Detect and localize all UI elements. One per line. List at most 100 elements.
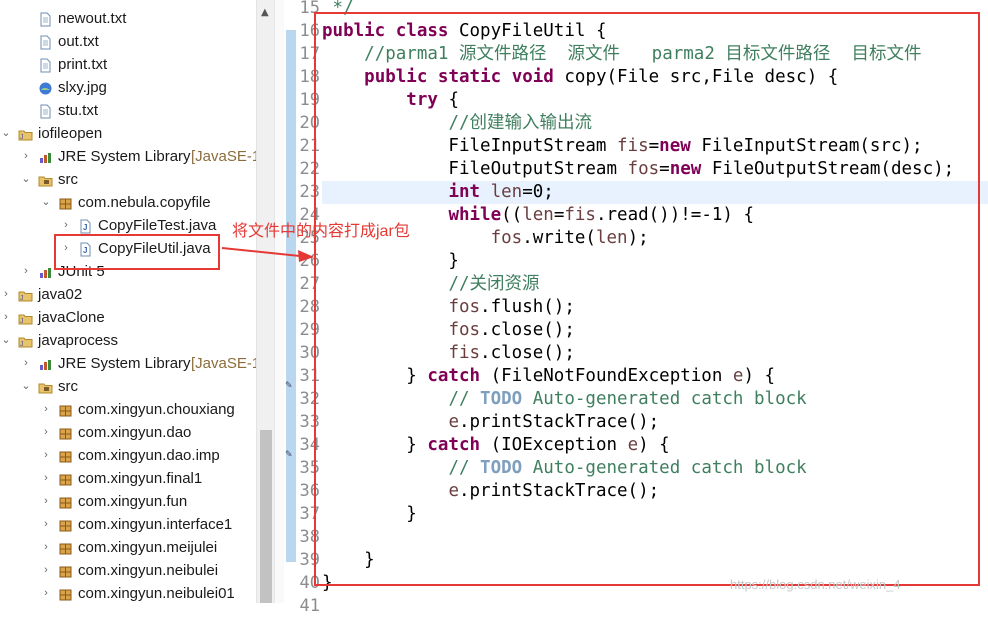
task-marker-icon[interactable]: ✎	[285, 451, 297, 460]
chevron-down-icon[interactable]: ⌄	[0, 122, 12, 145]
tree-item-pkg-fun[interactable]: › com.xingyun.fun	[0, 490, 256, 513]
code-token: }	[322, 504, 417, 524]
code-line[interactable]: // TODO Auto-generated catch block	[322, 457, 806, 480]
tree-item-pkg-neibulei01[interactable]: › com.xingyun.neibulei01	[0, 582, 256, 603]
code-line[interactable]: //创建输入输出流	[322, 112, 592, 135]
line-number: 19	[299, 90, 320, 110]
scroll-up-arrow-icon[interactable]: ▲	[261, 7, 269, 18]
scrollbar-thumb[interactable]	[260, 430, 272, 603]
chevron-right-icon[interactable]: ›	[40, 582, 52, 603]
tree-item-out[interactable]: out.txt	[0, 30, 256, 53]
code-line[interactable]: public class CopyFileUtil {	[322, 20, 607, 43]
tree-item-label: stu.txt	[58, 102, 99, 119]
tree-item-jre-1[interactable]: › JRE System Library [JavaSE-1	[0, 145, 256, 168]
tree-item-print[interactable]: print.txt	[0, 53, 256, 76]
code-token: public	[322, 21, 386, 41]
code-token: FileInputStream	[322, 136, 618, 156]
chevron-right-icon[interactable]: ›	[0, 306, 12, 329]
chevron-right-icon[interactable]: ›	[40, 490, 52, 513]
code-line[interactable]: fis.close();	[322, 342, 574, 365]
code-line[interactable]: }	[322, 549, 375, 572]
tree-item-javaclone[interactable]: › JjavaClone	[0, 306, 256, 329]
line-number: 36	[299, 481, 320, 501]
code-line[interactable]: int len=0;	[322, 181, 988, 204]
explorer-scrollbar[interactable]: ▲	[256, 0, 275, 603]
task-marker-icon[interactable]: ✎	[285, 382, 297, 391]
code-line[interactable]: fos.close();	[322, 319, 574, 342]
chevron-down-icon[interactable]: ⌄	[20, 168, 32, 191]
tree-item-label: com.xingyun.fun	[78, 493, 188, 510]
tree-item-copyfileutil[interactable]: › J CopyFileUtil.java	[0, 237, 256, 260]
line-number: 20	[299, 113, 320, 133]
chevron-right-icon[interactable]: ›	[40, 444, 52, 467]
code-line[interactable]: }	[322, 572, 333, 595]
tree-item-iofileopen[interactable]: ⌄ Jiofileopen	[0, 122, 256, 145]
code-line[interactable]: e.printStackTrace();	[322, 411, 659, 434]
chevron-down-icon[interactable]: ⌄	[20, 375, 32, 398]
chevron-right-icon[interactable]: ›	[40, 467, 52, 490]
tree-item-pkg-neibulei[interactable]: › com.xingyun.neibulei	[0, 559, 256, 582]
tree-item-pkg-meijulei[interactable]: › com.xingyun.meijulei	[0, 536, 256, 559]
code-line[interactable]: e.printStackTrace();	[322, 480, 659, 503]
package-icon	[58, 448, 73, 463]
code-token: new	[669, 159, 702, 179]
chevron-down-icon[interactable]: ⌄	[40, 191, 52, 214]
tree-item-pkg-interface1[interactable]: › com.xingyun.interface1	[0, 513, 256, 536]
tree-item-pkg-copyfile[interactable]: ⌄ com.nebula.copyfile	[0, 191, 256, 214]
tree-item-label: com.xingyun.meijulei	[78, 539, 218, 556]
package-icon	[58, 425, 73, 440]
tree-item-jre-2[interactable]: › JRE System Library [JavaSE-1	[0, 352, 256, 375]
code-token: public	[364, 67, 428, 87]
code-line[interactable]: */	[322, 0, 354, 20]
code-line[interactable]: }	[322, 250, 459, 273]
chevron-right-icon[interactable]: ›	[40, 398, 52, 421]
code-line[interactable]: try {	[322, 89, 459, 112]
code-line[interactable]: //关闭资源	[322, 273, 539, 296]
tree-item-pkg-chouxiang[interactable]: › com.xingyun.chouxiang	[0, 398, 256, 421]
chevron-right-icon[interactable]: ›	[0, 283, 12, 306]
code-line[interactable]: fos.flush();	[322, 296, 574, 319]
code-token: (IOException	[480, 435, 628, 455]
tree-item-slxy[interactable]: slxy.jpg	[0, 76, 256, 99]
code-editor[interactable]: */ public class CopyFileUtil { //parma1 源…	[322, 0, 988, 603]
chevron-right-icon[interactable]: ›	[60, 237, 72, 260]
chevron-right-icon[interactable]: ›	[20, 352, 32, 375]
tree-item-stu[interactable]: stu.txt	[0, 99, 256, 122]
tree-item-junit5[interactable]: › JUnit 5	[0, 260, 256, 283]
project-icon: J	[18, 126, 33, 141]
chevron-down-icon[interactable]: ⌄	[0, 329, 12, 352]
tree-item-pkg-final1[interactable]: › com.xingyun.final1	[0, 467, 256, 490]
code-line[interactable]: FileInputStream fis=new FileInputStream(…	[322, 135, 922, 158]
chevron-right-icon[interactable]: ›	[60, 214, 72, 237]
library-icon	[38, 149, 53, 164]
tree-item-copyfiletest[interactable]: › J CopyFileTest.java	[0, 214, 256, 237]
chevron-right-icon[interactable]: ›	[40, 421, 52, 444]
tree-item-pkg-daoimp[interactable]: › com.xingyun.dao.imp	[0, 444, 256, 467]
tree-item-label: javaClone	[38, 309, 105, 326]
code-line[interactable]: // TODO Auto-generated catch block	[322, 388, 806, 411]
chevron-right-icon[interactable]: ›	[40, 559, 52, 582]
code-line[interactable]: } catch (IOException e) {	[322, 434, 669, 457]
chevron-right-icon[interactable]: ›	[40, 513, 52, 536]
tree-item-newout[interactable]: newout.txt	[0, 7, 256, 30]
code-line[interactable]: FileOutputStream fos=new FileOutputStrea…	[322, 158, 954, 181]
code-token: fis	[617, 136, 649, 156]
code-line[interactable]: //parma1 源文件路径 源文件 parma2 目标文件路径 目标文件	[322, 43, 921, 66]
chevron-right-icon[interactable]: ›	[40, 536, 52, 559]
tree-item-label: iofileopen	[38, 125, 103, 142]
tree-item-javaprocess[interactable]: ⌄ Jjavaprocess	[0, 329, 256, 352]
code-line[interactable]: public static void copy(File src,File de…	[322, 66, 838, 89]
tree-item-pkg-dao[interactable]: › com.xingyun.dao	[0, 421, 256, 444]
tree-item-src-1[interactable]: ⌄ src	[0, 168, 256, 191]
chevron-right-icon[interactable]: ›	[20, 260, 32, 283]
code-line[interactable]: } catch (FileNotFoundException e) {	[322, 365, 775, 388]
tree-item-src-2[interactable]: ⌄ src	[0, 375, 256, 398]
chevron-right-icon[interactable]: ›	[20, 145, 32, 168]
tree-item-java02[interactable]: › Jjava02	[0, 283, 256, 306]
code-line[interactable]: }	[322, 503, 417, 526]
